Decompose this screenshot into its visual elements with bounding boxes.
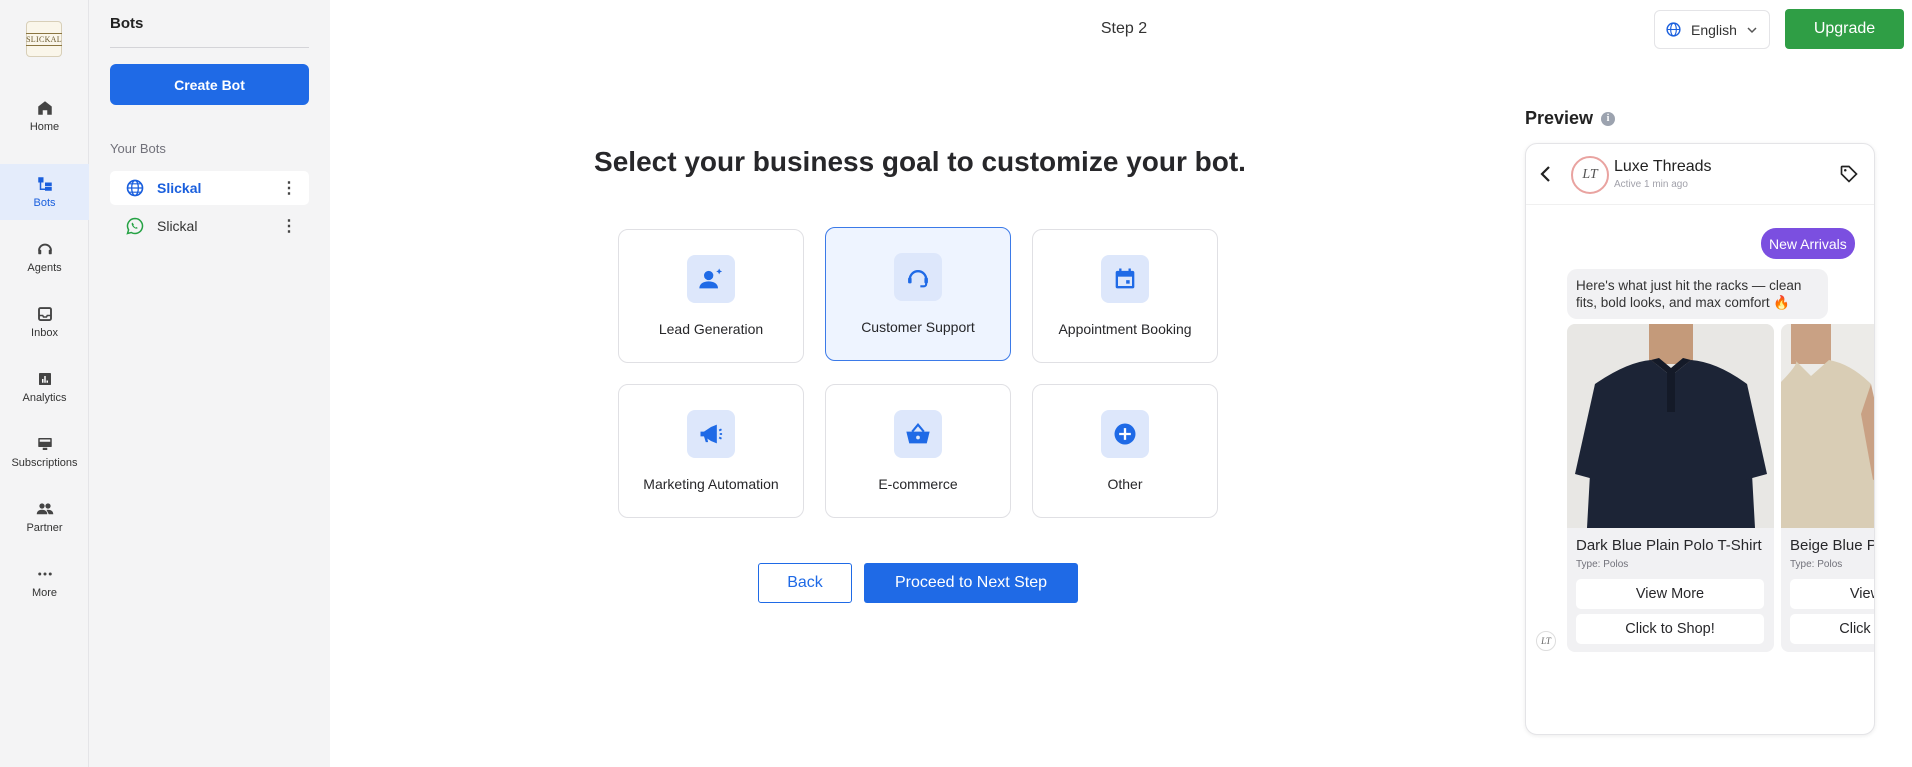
info-icon[interactable]: i — [1601, 111, 1616, 126]
product-image — [1567, 324, 1774, 528]
quick-reply-chip[interactable]: New Arrivals — [1761, 228, 1855, 259]
nav-agents[interactable]: Agents — [0, 229, 89, 285]
goal-card-other[interactable]: Other — [1032, 384, 1218, 518]
step-indicator: Step 2 — [1100, 20, 1148, 37]
bot-item-slickal-web[interactable]: Slickal ⋮ — [110, 171, 309, 205]
goal-label: Marketing Automation — [643, 476, 779, 492]
chat-status: Active 1 min ago — [1614, 179, 1688, 190]
bot-name: Slickal — [157, 180, 202, 196]
nav-analytics-label: Analytics — [22, 392, 67, 404]
plus-icon — [1114, 423, 1136, 445]
bots-panel-title: Bots — [110, 15, 144, 32]
view-more-button[interactable]: View More — [1790, 579, 1874, 609]
tag-icon[interactable] — [1839, 164, 1859, 184]
next-step-button[interactable]: Proceed to Next Step — [864, 563, 1078, 603]
product-type: Type: Polos — [1790, 559, 1843, 570]
home-icon — [37, 101, 52, 115]
goal-label: E-commerce — [878, 476, 958, 492]
chevron-down-icon — [1747, 26, 1757, 33]
bots-icon — [37, 177, 52, 191]
nav-subscriptions[interactable]: Subscriptions — [0, 424, 89, 480]
preview-title: Preview i — [1525, 108, 1616, 129]
back-button[interactable]: Back — [758, 563, 852, 603]
nav-home-label: Home — [29, 121, 60, 133]
nav-more[interactable]: More — [0, 554, 89, 610]
goal-label: Customer Support — [861, 319, 975, 335]
kebab-menu-icon[interactable]: ⋮ — [277, 214, 301, 238]
nav-agents-label: Agents — [27, 262, 62, 274]
goal-card-marketing-automation[interactable]: Marketing Automation — [618, 384, 804, 518]
app-root: SLICKAL Home Bots Agents Inbox Analytics… — [0, 0, 1912, 767]
click-to-shop-button[interactable]: Click to Shop! — [1790, 614, 1874, 644]
app-logo[interactable]: SLICKAL — [26, 21, 62, 57]
goal-label: Lead Generation — [658, 321, 764, 337]
basket-icon — [906, 423, 930, 444]
goal-card-lead-generation[interactable]: Lead Generation — [618, 229, 804, 363]
nav-rail: SLICKAL Home Bots Agents Inbox Analytics… — [0, 0, 89, 767]
language-select[interactable]: English — [1654, 10, 1770, 49]
inbox-icon — [37, 307, 52, 321]
bot-avatar: LT — [1536, 631, 1556, 651]
upgrade-button[interactable]: Upgrade — [1785, 9, 1904, 49]
nav-bots-label: Bots — [33, 197, 56, 209]
create-bot-button[interactable]: Create Bot — [110, 64, 309, 105]
chat-header: LT Luxe Threads Active 1 min ago — [1526, 144, 1874, 205]
goal-icon-box — [1101, 255, 1149, 303]
nav-subscriptions-label: Subscriptions — [11, 457, 78, 469]
goal-card-appointment-booking[interactable]: Appointment Booking — [1032, 229, 1218, 363]
nav-partner[interactable]: Partner — [0, 489, 89, 545]
goal-icon-box — [894, 410, 942, 458]
more-icon — [37, 572, 52, 576]
chat-preview: LT Luxe Threads Active 1 min ago New Arr… — [1525, 143, 1875, 735]
nav-partner-label: Partner — [26, 522, 63, 534]
support-icon — [908, 270, 928, 288]
language-value: English — [1691, 21, 1737, 38]
kebab-menu-icon[interactable]: ⋮ — [277, 176, 301, 200]
goal-icon-box — [894, 253, 942, 301]
product-name: Dark Blue Plain Polo T-Shirt — [1576, 537, 1762, 554]
product-card: Beige Blue Plain Polo T-Shirt Type: Polo… — [1781, 324, 1874, 652]
brand-avatar: LT — [1571, 156, 1609, 194]
calendar-icon — [1115, 268, 1135, 289]
agents-icon — [37, 243, 52, 255]
nav-inbox[interactable]: Inbox — [0, 294, 89, 350]
product-image — [1781, 324, 1874, 528]
divider — [110, 47, 309, 48]
view-more-button[interactable]: View More — [1576, 579, 1764, 609]
nav-more-label: More — [31, 587, 58, 599]
bot-name: Slickal — [157, 218, 198, 234]
product-card: Dark Blue Plain Polo T-Shirt Type: Polos… — [1567, 324, 1774, 652]
page-title: Select your business goal to customize y… — [594, 146, 1246, 177]
back-arrow-icon[interactable] — [1538, 164, 1554, 184]
whatsapp-icon — [126, 217, 144, 235]
goal-label: Other — [1107, 476, 1143, 492]
bot-message: Here's what just hit the racks — clean f… — [1567, 269, 1828, 319]
your-bots-label: Your Bots — [110, 141, 166, 156]
megaphone-icon — [700, 424, 723, 444]
globe-icon — [1666, 22, 1681, 37]
nav-bots[interactable]: Bots — [0, 164, 89, 220]
click-to-shop-button[interactable]: Click to Shop! — [1576, 614, 1764, 644]
product-type: Type: Polos — [1576, 559, 1629, 570]
partner-icon — [36, 503, 53, 515]
nav-analytics[interactable]: Analytics — [0, 359, 89, 415]
preview-title-text: Preview — [1525, 108, 1594, 128]
lead-icon — [699, 268, 723, 289]
globe-icon — [126, 179, 144, 197]
subscriptions-icon — [37, 438, 52, 450]
goal-icon-box — [687, 255, 735, 303]
goal-card-e-commerce[interactable]: E-commerce — [825, 384, 1011, 518]
goal-icon-box — [1101, 410, 1149, 458]
chat-name: Luxe Threads — [1614, 158, 1712, 175]
bot-item-slickal-whatsapp[interactable]: Slickal ⋮ — [110, 209, 309, 243]
analytics-icon — [38, 373, 51, 385]
nav-inbox-label: Inbox — [31, 327, 58, 339]
goal-icon-box — [687, 410, 735, 458]
goal-card-customer-support[interactable]: Customer Support — [825, 227, 1011, 361]
bots-panel: Bots Create Bot Your Bots Slickal ⋮ Slic… — [89, 0, 330, 767]
product-name: Beige Blue Plain Polo T-Shirt — [1790, 537, 1874, 554]
nav-home[interactable]: Home — [0, 88, 89, 144]
goal-label: Appointment Booking — [1058, 321, 1192, 337]
